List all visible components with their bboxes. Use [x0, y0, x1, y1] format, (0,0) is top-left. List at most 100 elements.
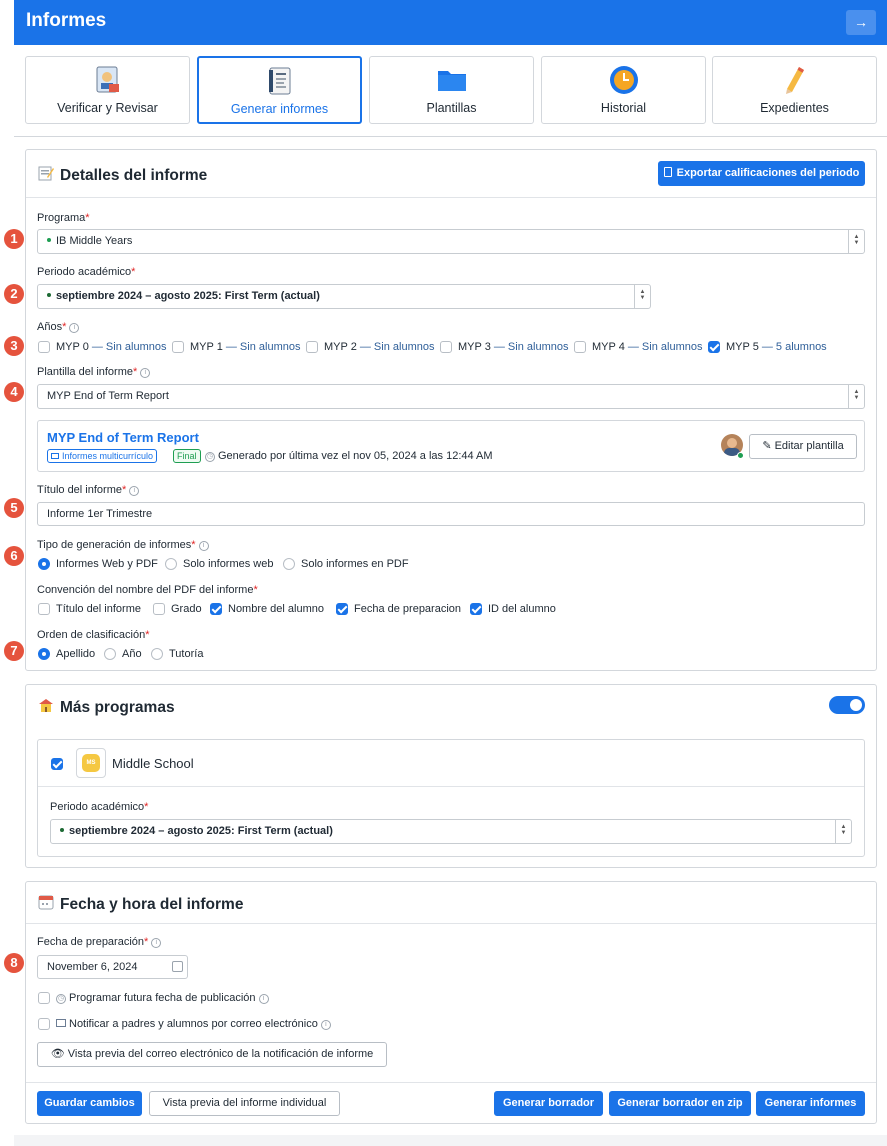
sort-radio-apellido[interactable]: [38, 648, 50, 660]
year-checkbox-myp1[interactable]: [172, 341, 184, 353]
preparation-date-input[interactable]: November 6, 2024: [37, 955, 188, 979]
radio-web-pdf[interactable]: [38, 558, 50, 570]
card-header: Detalles del informe Exportar calificaci…: [26, 150, 876, 198]
info-icon[interactable]: i: [140, 368, 151, 378]
checkbox-label: ID del alumno: [488, 603, 556, 615]
status-dot: [47, 238, 51, 242]
template-name-link[interactable]: MYP End of Term Report: [47, 430, 199, 445]
year-checkbox-myp0[interactable]: [38, 341, 50, 353]
multicurriculum-chip: Informes multicurrículo: [47, 449, 158, 463]
checkbox-label: Título del informe: [56, 603, 141, 615]
preview-email-button[interactable]: 👁 Vista previa del correo electrónico de…: [37, 1042, 387, 1067]
anios-label: Años* i: [37, 321, 80, 333]
eye-icon: 👁: [50, 1048, 65, 1060]
radio-label: Informes Web y PDF: [56, 558, 158, 570]
arrow-right-icon: →: [854, 14, 868, 30]
year-option-label: MYP 2 — Sin alumnos: [324, 341, 435, 353]
info-icon[interactable]: i: [198, 541, 209, 551]
tab-label: Plantillas: [426, 101, 477, 115]
program-periodo-label: Periodo académico*: [50, 801, 149, 813]
tab-historial[interactable]: Historial: [541, 56, 706, 124]
radio-label: Año: [122, 648, 142, 660]
program-periodo-select[interactable]: septiembre 2024 – agosto 2025: First Ter…: [50, 819, 852, 844]
clock-small-icon: ◷: [56, 994, 66, 1004]
year-option-label: MYP 5 — 5 alumnos: [726, 341, 827, 353]
pdf-name-id-checkbox[interactable]: [470, 603, 482, 615]
info-icon[interactable]: i: [129, 486, 140, 496]
radio-label: Solo informes web: [183, 558, 274, 570]
program-checkbox[interactable]: [51, 758, 63, 770]
pdf-name-date-checkbox[interactable]: [336, 603, 348, 615]
radio-pdf-only[interactable]: [283, 558, 295, 570]
page-bottom-bar: [14, 1135, 887, 1146]
info-icon[interactable]: i: [320, 1020, 331, 1030]
pdf-name-student-checkbox[interactable]: [210, 603, 222, 615]
info-icon[interactable]: i: [258, 994, 269, 1004]
tab-plantillas[interactable]: Plantillas: [369, 56, 534, 124]
pencil-icon: [713, 65, 876, 95]
tab-verificar[interactable]: Verificar y Revisar: [25, 56, 190, 124]
edit-template-button[interactable]: ✎ Editar plantilla: [749, 434, 857, 459]
checkbox-label: Fecha de preparacion: [354, 603, 462, 615]
tipo-label: Tipo de generación de informes* i: [37, 539, 209, 551]
program-name: Middle School: [112, 756, 194, 771]
radio-label: Tutoría: [169, 648, 204, 660]
schedule-publication-label: ◷ Programar futura fecha de publicación i: [56, 992, 269, 1004]
radio-web-only[interactable]: [165, 558, 177, 570]
info-icon[interactable]: i: [151, 938, 162, 948]
edit-pencil-icon: ✎: [762, 440, 772, 452]
step-badge-1: 1: [4, 229, 24, 249]
year-checkbox-myp5[interactable]: [708, 341, 720, 353]
report-date-card: Fecha y hora del informe Fecha de prepar…: [25, 881, 877, 1124]
convencion-label: Convención del nombre del PDF del inform…: [37, 584, 258, 596]
fecha-label: Fecha de preparación* i: [37, 936, 162, 948]
year-checkbox-myp4[interactable]: [574, 341, 586, 353]
tab-expedientes[interactable]: Expedientes: [712, 56, 877, 124]
program-card-middle-school: MS Middle School Periodo académico* sept…: [37, 739, 865, 857]
calendar-icon: [38, 894, 54, 915]
more-programs-toggle[interactable]: [829, 696, 865, 714]
card-title: Detalles del informe: [38, 165, 207, 186]
save-changes-button[interactable]: Guardar cambios: [37, 1091, 142, 1116]
schedule-publication-checkbox[interactable]: [38, 992, 50, 1004]
tab-generar[interactable]: Generar informes: [197, 56, 362, 124]
card-title: Fecha y hora del informe: [38, 894, 243, 915]
school-icon: [38, 697, 54, 718]
sort-radio-anio[interactable]: [104, 648, 116, 660]
status-dot: [47, 293, 51, 297]
program-header: MS Middle School: [38, 740, 864, 787]
year-checkbox-myp2[interactable]: [306, 341, 318, 353]
online-indicator: [737, 452, 744, 459]
export-grades-button[interactable]: Exportar calificaciones del periodo: [658, 161, 865, 186]
pdf-name-title-checkbox[interactable]: [38, 603, 50, 615]
periodo-select[interactable]: septiembre 2024 – agosto 2025: First Ter…: [37, 284, 651, 309]
notify-email-checkbox[interactable]: [38, 1018, 50, 1030]
report-title-input[interactable]: Informe 1er Trimestre: [37, 502, 865, 526]
info-icon[interactable]: i: [69, 323, 80, 333]
pdf-name-grade-checkbox[interactable]: [153, 603, 165, 615]
generate-reports-button[interactable]: Generar informes: [756, 1091, 865, 1116]
program-logo: MS: [76, 748, 106, 778]
sort-radio-tutoria[interactable]: [151, 648, 163, 660]
notify-email-label: Notificar a padres y alumnos por correo …: [56, 1018, 331, 1030]
programa-select[interactable]: IB Middle Years ▲ ▼: [37, 229, 865, 254]
preview-individual-button[interactable]: Vista previa del informe individual: [149, 1091, 340, 1116]
year-checkbox-myp3[interactable]: [440, 341, 452, 353]
periodo-label: Periodo académico*: [37, 266, 136, 278]
template-summary-card: MYP End of Term Report Informes multicur…: [37, 420, 865, 472]
programa-label: Programa*: [37, 212, 90, 224]
more-programs-card: Más programas MS Middle School Periodo a…: [25, 684, 877, 868]
calendar-picker-icon[interactable]: [172, 961, 183, 972]
step-badge-7: 7: [4, 641, 24, 661]
card-header: Fecha y hora del informe: [26, 882, 876, 924]
memo-icon: [38, 165, 54, 186]
generate-draft-zip-button[interactable]: Generar borrador en zip: [609, 1091, 751, 1116]
year-option-label: MYP 3 — Sin alumnos: [458, 341, 569, 353]
generate-draft-button[interactable]: Generar borrador: [494, 1091, 603, 1116]
year-option-label: MYP 1 — Sin alumnos: [190, 341, 301, 353]
folder-icon: [370, 65, 533, 95]
select-spinner-icon: ▲ ▼: [634, 285, 650, 308]
collapse-button[interactable]: →: [846, 10, 876, 35]
plantilla-select[interactable]: MYP End of Term Report ▲ ▼: [37, 384, 865, 409]
step-badge-8: 8: [4, 953, 24, 973]
